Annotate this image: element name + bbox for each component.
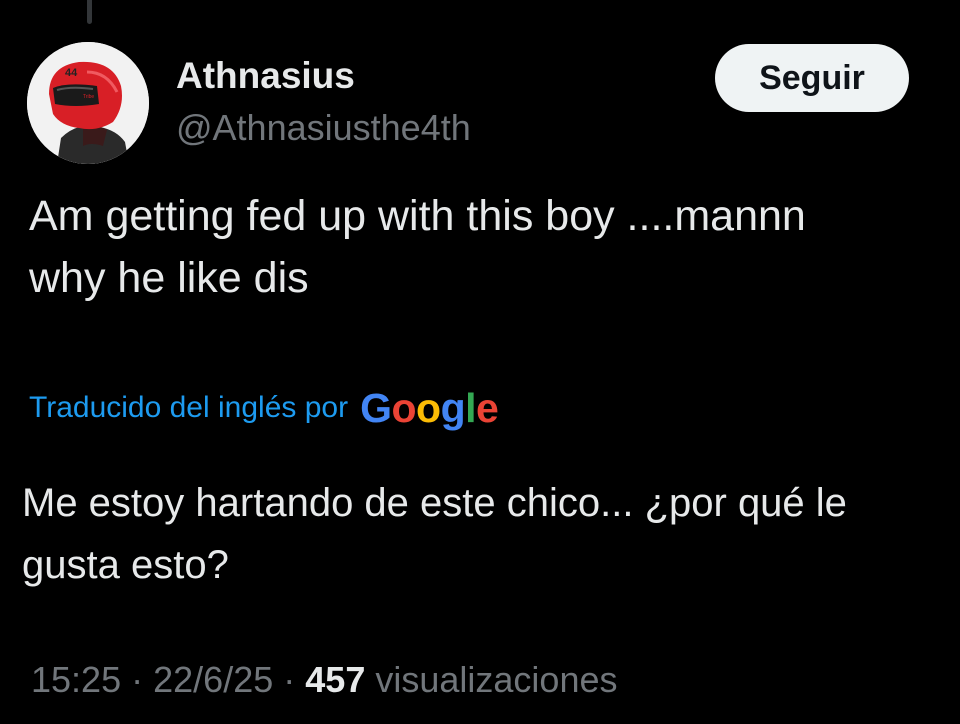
tweet-text: Am getting fed up with this boy ....mann… [29,185,929,309]
translated-text-line: gusta esto? [22,543,229,587]
google-logo: Google [360,384,499,431]
tweet-time[interactable]: 15:25 [31,659,121,700]
translated-text: Me estoy hartando de este chico... ¿por … [22,472,932,596]
author-handle[interactable]: @Athnasiusthe4th [176,106,471,150]
tweet-text-line: Am getting fed up with this boy ....mann… [29,192,806,240]
follow-button[interactable]: Seguir [715,44,909,112]
tweet-date[interactable]: 22/6/25 [153,659,273,700]
translated-by-label[interactable]: Traducido del inglés por [29,391,348,425]
meta-separator: · [283,659,296,700]
tweet-metadata: 15:25 · 22/6/25 · 457 visualizaciones [31,654,618,706]
helmet-avatar-icon: 44 Tribe [27,42,149,164]
svg-text:Tribe: Tribe [83,94,94,100]
meta-separator: · [131,659,144,700]
author-display-name[interactable]: Athnasius [176,54,355,98]
avatar[interactable]: 44 Tribe [27,42,149,164]
tweet-text-line: why he like dis [29,254,309,302]
avatar-badge: 44 [65,67,78,79]
translated-text-line: Me estoy hartando de este chico... ¿por … [22,481,847,525]
translation-attribution[interactable]: Traducido del inglés por Google [29,382,499,434]
views-count: 457 [305,659,366,700]
views-label: visualizaciones [375,659,618,700]
thread-connector-line [87,0,92,24]
